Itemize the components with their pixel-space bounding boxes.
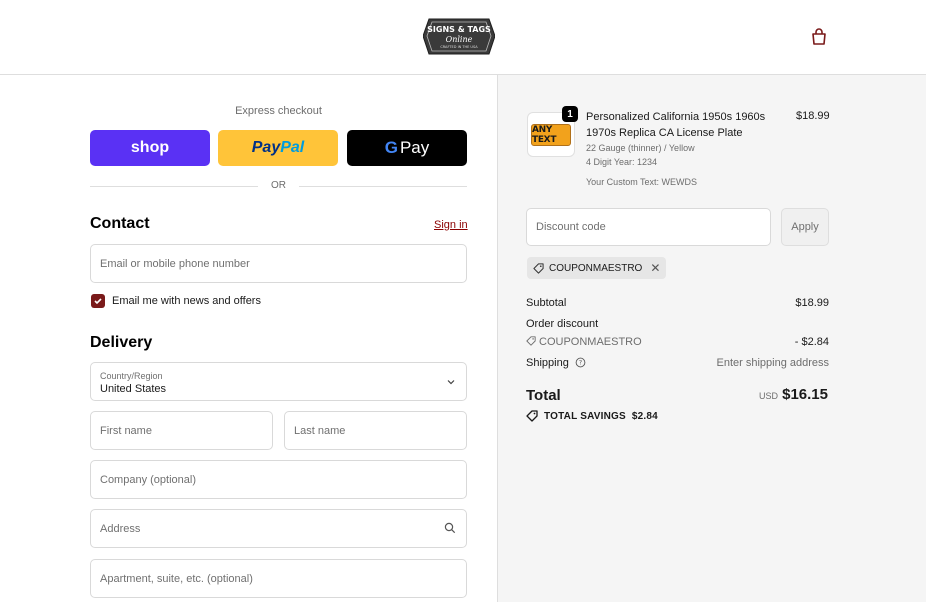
apartment-placeholder: Apartment, suite, etc. (optional) xyxy=(100,572,253,585)
applied-coupon-code: COUPONMAESTRO xyxy=(549,262,643,274)
product-digit-year: 4 Digit Year: 1234 xyxy=(586,157,658,167)
product-price: $18.99 xyxy=(796,110,830,122)
discount-placeholder: Discount code xyxy=(536,221,606,233)
email-placeholder: Email or mobile phone number xyxy=(100,257,250,270)
help-circle-icon[interactable]: ? xyxy=(575,357,586,368)
address-placeholder: Address xyxy=(100,522,141,535)
plate-text: ANY TEXT xyxy=(532,124,557,145)
license-plate-image: ANY TEXT xyxy=(531,123,571,146)
subtotal-row: Subtotal $18.99 xyxy=(526,297,829,309)
google-g-icon: G xyxy=(384,138,398,157)
last-name-placeholder: Last name xyxy=(294,424,346,437)
tag-icon xyxy=(526,410,538,422)
last-name-field[interactable]: Last name xyxy=(284,411,467,450)
savings-label: TOTAL SAVINGS xyxy=(544,410,626,422)
order-discount-label: Order discount xyxy=(526,318,599,330)
total-savings: TOTAL SAVINGS $2.84 xyxy=(526,410,658,422)
newsletter-label: Email me with news and offers xyxy=(112,295,261,307)
store-logo[interactable]: SIGNS & TAGS Online CRAFTED IN THE USA xyxy=(423,15,495,58)
svg-text:?: ? xyxy=(579,359,582,367)
google-pay-button[interactable]: G Pay xyxy=(347,130,467,166)
logo-line1: SIGNS & TAGS xyxy=(427,25,491,34)
shipping-value: Enter shipping address xyxy=(716,357,829,369)
total-label: Total xyxy=(526,387,561,404)
country-label: Country/Region xyxy=(100,371,163,381)
subtotal-value: $18.99 xyxy=(795,297,829,309)
shop-pay-label: shop xyxy=(130,139,170,156)
order-summary: ANY TEXT 1 Personalized California 1950s… xyxy=(497,75,926,602)
tag-icon xyxy=(526,336,536,346)
order-discount-row: Order discount xyxy=(526,318,829,330)
total-currency: USD xyxy=(758,391,778,401)
first-name-field[interactable]: First name xyxy=(90,411,273,450)
or-divider: OR xyxy=(90,179,467,193)
express-checkout-title: Express checkout xyxy=(235,105,322,117)
discount-value: - $2.84 xyxy=(794,336,829,348)
chevron-down-icon xyxy=(447,380,455,385)
company-placeholder: Company (optional) xyxy=(100,473,196,486)
discount-code-label: COUPONMAESTRO xyxy=(539,336,642,348)
checkout-form: Express checkout shop Pay Pal G Pay OR Con… xyxy=(0,75,497,602)
paypal-button[interactable]: Pay Pal xyxy=(218,130,338,166)
logo-line2: Online xyxy=(446,35,473,44)
company-field[interactable]: Company (optional) xyxy=(90,460,467,499)
shop-pay-button[interactable]: shop xyxy=(90,130,210,166)
shopping-bag-icon[interactable] xyxy=(809,27,829,47)
subtotal-label: Subtotal xyxy=(526,297,567,309)
country-value: United States xyxy=(100,383,167,395)
search-icon xyxy=(444,522,456,534)
first-name-placeholder: First name xyxy=(100,424,152,437)
newsletter-checkbox-row[interactable]: Email me with news and offers xyxy=(91,294,261,308)
address-field[interactable]: Address xyxy=(90,509,467,548)
check-icon xyxy=(94,298,102,305)
paypal-label-1: Pay xyxy=(251,139,281,156)
apartment-field[interactable]: Apartment, suite, etc. (optional) xyxy=(90,559,467,598)
remove-coupon-icon[interactable]: ✕ xyxy=(650,261,660,275)
total-value: $16.15 xyxy=(782,386,828,403)
quantity-badge: 1 xyxy=(562,106,578,122)
product-custom-text: Your Custom Text: WEWDS xyxy=(586,177,698,187)
tag-icon xyxy=(533,262,544,274)
newsletter-checkbox[interactable] xyxy=(91,294,105,308)
country-select[interactable]: Country/Region United States xyxy=(90,362,467,401)
email-field[interactable]: Email or mobile phone number xyxy=(90,244,467,283)
savings-value: $2.84 xyxy=(631,410,658,422)
google-pay-label: Pay xyxy=(399,138,430,157)
shipping-row: Shipping ? Enter shipping address xyxy=(526,357,829,369)
checkout-header: SIGNS & TAGS Online CRAFTED IN THE USA xyxy=(0,0,926,75)
sign-in-link[interactable]: Sign in xyxy=(434,219,468,231)
paypal-label-2: Pal xyxy=(280,139,305,156)
apply-discount-button[interactable]: Apply xyxy=(781,208,829,246)
applied-coupon-chip: COUPONMAESTRO ✕ xyxy=(527,257,667,279)
shipping-label: Shipping xyxy=(526,357,569,369)
contact-title: Contact xyxy=(90,215,150,232)
discount-code-field[interactable]: Discount code xyxy=(526,208,771,246)
logo-line3: CRAFTED IN THE USA xyxy=(440,45,478,49)
product-variant: 22 Gauge (thinner) / Yellow xyxy=(586,143,695,153)
product-name: Personalized California 1950s 1960s 1970… xyxy=(586,111,766,139)
delivery-title: Delivery xyxy=(90,334,153,351)
discount-code-row: COUPONMAESTRO - $2.84 xyxy=(526,336,829,348)
